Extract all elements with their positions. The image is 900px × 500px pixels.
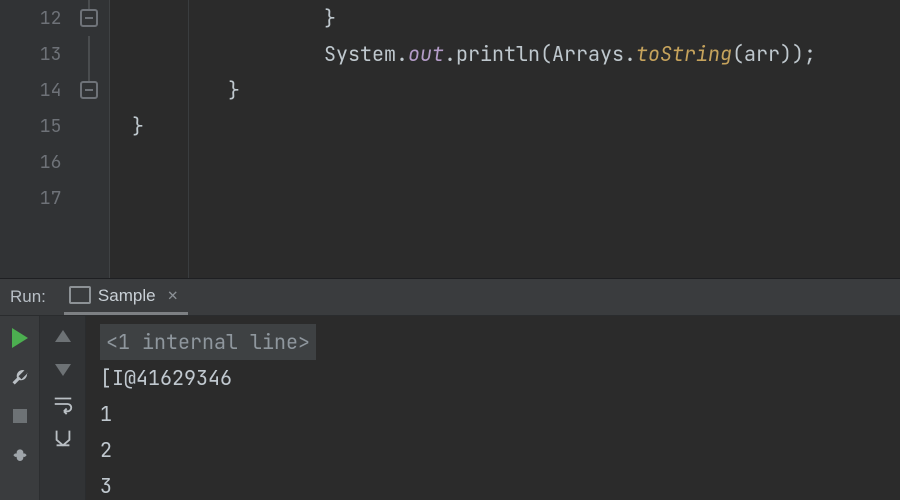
wrench-icon: [11, 368, 29, 386]
scroll-end-icon: [52, 427, 74, 449]
code-line[interactable]: }: [110, 108, 900, 144]
run-header: Run: Sample ✕: [0, 279, 900, 316]
gutter-row: 17: [0, 180, 109, 216]
dump-threads-button[interactable]: [10, 446, 30, 466]
bug-icon: [10, 446, 30, 466]
gutter-row: 13: [0, 36, 109, 72]
line-number: 17: [0, 187, 69, 210]
code-line[interactable]: }: [110, 0, 900, 36]
run-body: <1 internal line>[I@41629346123: [0, 316, 900, 500]
application-icon: [72, 289, 90, 303]
line-number: 16: [0, 151, 69, 174]
fold-column: [69, 0, 109, 36]
gutter-row: 15: [0, 108, 109, 144]
fold-handle-icon[interactable]: [80, 81, 98, 99]
run-toolbar: [0, 316, 40, 500]
up-stack-button[interactable]: [52, 326, 74, 346]
fold-column: [69, 72, 109, 108]
line-number: 14: [0, 79, 69, 102]
arrow-up-icon: [55, 330, 71, 342]
fold-handle-icon[interactable]: [80, 9, 98, 27]
settings-button[interactable]: [11, 368, 29, 386]
scroll-to-end-button[interactable]: [52, 428, 74, 448]
console-output[interactable]: <1 internal line>[I@41629346123: [86, 316, 900, 500]
console-nav-toolbar: [40, 316, 86, 500]
code-line[interactable]: }: [110, 72, 900, 108]
run-label: Run:: [0, 287, 64, 315]
console-line: 2: [100, 432, 886, 468]
line-number: 13: [0, 43, 69, 66]
play-icon: [12, 328, 28, 348]
run-tab-label: Sample: [98, 286, 156, 306]
console-line: [I@41629346: [100, 360, 886, 396]
run-tab-sample[interactable]: Sample ✕: [64, 279, 188, 315]
code-editor[interactable]: 12 13 14 15 16 17 } System.out.println(Arrays…: [0, 0, 900, 278]
console-line: 3: [100, 468, 886, 500]
soft-wrap-icon: [52, 393, 74, 415]
run-tool-window: Run: Sample ✕ <1 inte: [0, 278, 900, 500]
editor-gutter: 12 13 14 15 16 17: [0, 0, 110, 278]
soft-wrap-button[interactable]: [52, 394, 74, 414]
code-line[interactable]: [110, 180, 900, 216]
arrow-down-icon: [55, 364, 71, 376]
code-area[interactable]: } System.out.println(Arrays.toString(arr…: [110, 0, 900, 278]
indent-guide: [188, 0, 189, 278]
fold-column: [69, 108, 109, 144]
fold-column: [69, 36, 109, 72]
fold-column: [69, 144, 109, 180]
down-stack-button[interactable]: [52, 360, 74, 380]
console-line: 1: [100, 396, 886, 432]
code-line[interactable]: [110, 144, 900, 180]
gutter-row: 16: [0, 144, 109, 180]
gutter-row: 12: [0, 0, 109, 36]
close-icon[interactable]: ✕: [168, 285, 178, 307]
code-line[interactable]: System.out.println(Arrays.toString(arr))…: [110, 36, 900, 72]
stop-icon: [13, 409, 27, 423]
rerun-button[interactable]: [8, 326, 32, 350]
gutter-row: 14: [0, 72, 109, 108]
line-number: 15: [0, 115, 69, 138]
console-system-line: <1 internal line>: [100, 324, 886, 360]
fold-column: [69, 180, 109, 216]
stop-button[interactable]: [8, 404, 32, 428]
line-number: 12: [0, 7, 69, 30]
